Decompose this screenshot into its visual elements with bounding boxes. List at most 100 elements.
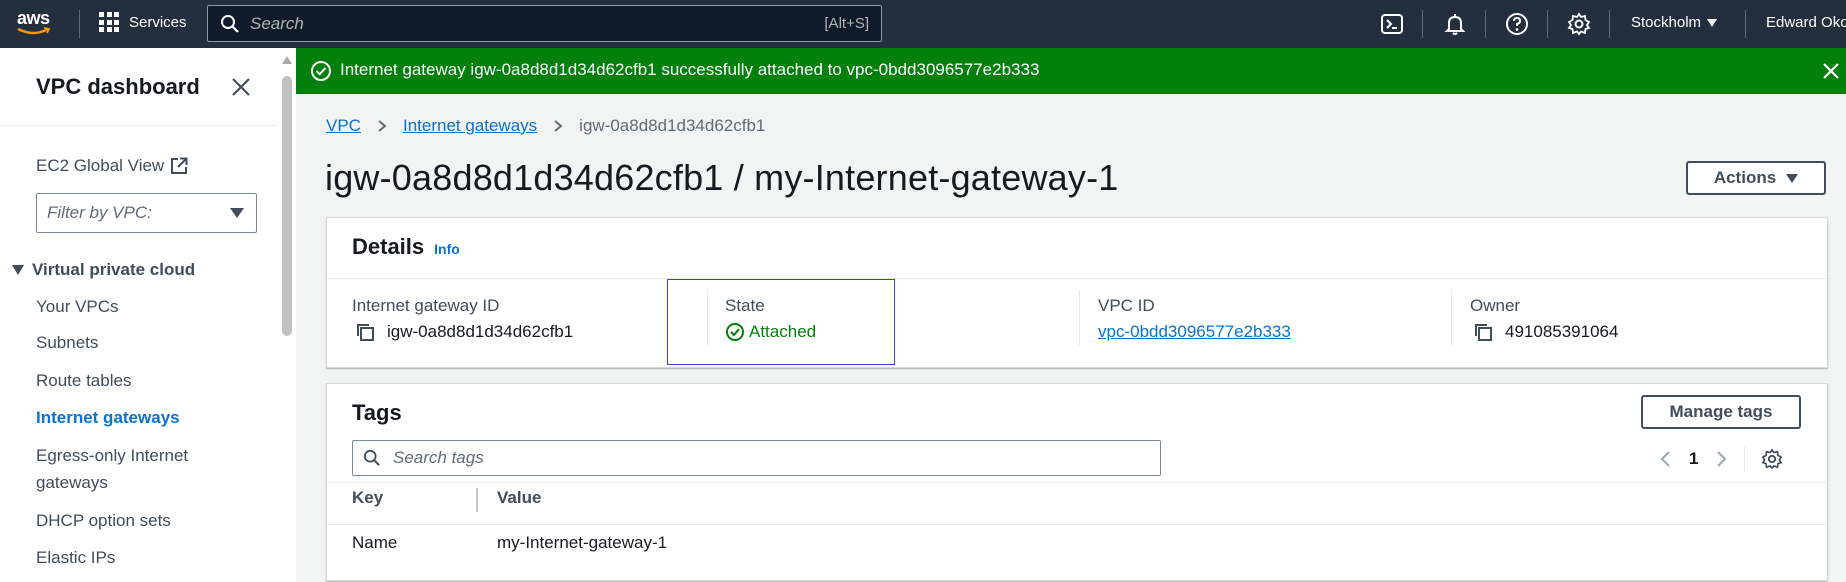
sidebar-divider bbox=[0, 125, 278, 126]
info-link[interactable]: Info bbox=[434, 241, 460, 257]
caret-down-icon bbox=[230, 208, 244, 218]
igw-id-label: Internet gateway ID bbox=[352, 296, 500, 315]
page-number[interactable]: 1 bbox=[1689, 449, 1698, 469]
success-check-icon bbox=[311, 61, 331, 81]
scroll-up-arrow-icon[interactable] bbox=[282, 56, 292, 64]
grid-icon bbox=[99, 12, 119, 32]
global-search-input[interactable]: Search [Alt+S] bbox=[207, 5, 882, 42]
owner-label: Owner bbox=[1470, 296, 1521, 315]
vpc-id-value-row: vpc-0bdd3096577e2b333 bbox=[1098, 322, 1291, 342]
tags-heading: Tags bbox=[352, 400, 402, 425]
scrollbar-thumb[interactable] bbox=[282, 76, 292, 336]
table-cell-value: my-Internet-gateway-1 bbox=[497, 533, 668, 552]
sidebar: VPC dashboard EC2 Global View Filter by … bbox=[0, 48, 278, 582]
column-divider bbox=[1079, 290, 1080, 346]
manage-tags-button[interactable]: Manage tags bbox=[1641, 395, 1801, 429]
tags-panel: Tags Manage tags Search tags 1 Key Value… bbox=[326, 383, 1828, 581]
topbar-divider bbox=[1745, 10, 1746, 38]
help-icon[interactable] bbox=[1505, 12, 1529, 36]
vpc-filter-placeholder: Filter by VPC: bbox=[47, 203, 152, 222]
sidebar-item-internet-gateways[interactable]: Internet gateways bbox=[36, 404, 236, 431]
success-flash-banner: Internet gateway igw-0a8d8d1d34d62cfb1 s… bbox=[296, 48, 1846, 94]
aws-logo[interactable]: aws bbox=[17, 8, 59, 40]
user-menu[interactable]: Edward Oko bbox=[1766, 14, 1846, 31]
vpc-filter-select[interactable]: Filter by VPC: bbox=[36, 193, 257, 233]
breadcrumb-vpc[interactable]: VPC bbox=[326, 116, 361, 136]
services-label: Services bbox=[129, 13, 187, 31]
region-label: Stockholm bbox=[1631, 14, 1702, 31]
breadcrumb: VPC Internet gateways igw-0a8d8d1d34d62c… bbox=[326, 116, 765, 136]
sidebar-scrollbar[interactable] bbox=[278, 48, 296, 582]
column-divider bbox=[1451, 290, 1452, 346]
manage-tags-label: Manage tags bbox=[1669, 402, 1773, 421]
actions-button[interactable]: Actions bbox=[1686, 161, 1826, 195]
topbar-divider bbox=[1422, 10, 1423, 38]
close-sidebar-icon[interactable] bbox=[228, 74, 254, 100]
topbar-divider bbox=[79, 10, 80, 38]
ec2-global-view-link[interactable]: EC2 Global View bbox=[36, 156, 188, 176]
table-divider bbox=[327, 482, 1827, 483]
caret-down-icon bbox=[1707, 18, 1718, 27]
table-divider bbox=[327, 524, 1827, 525]
details-divider bbox=[327, 278, 1827, 279]
region-selector[interactable]: Stockholm bbox=[1631, 14, 1718, 31]
caret-down-icon bbox=[1786, 173, 1799, 183]
settings-gear-icon[interactable] bbox=[1567, 12, 1591, 36]
dismiss-flash-icon[interactable] bbox=[1820, 60, 1842, 82]
column-header-key[interactable]: Key bbox=[352, 488, 383, 508]
owner-value: 491085391064 bbox=[1505, 322, 1619, 341]
column-header-value[interactable]: Value bbox=[497, 488, 541, 508]
breadcrumb-internet-gateways[interactable]: Internet gateways bbox=[403, 116, 537, 136]
sidebar-section-label: Virtual private cloud bbox=[32, 260, 196, 279]
vpc-id-label: VPC ID bbox=[1098, 296, 1155, 315]
services-menu[interactable]: Services bbox=[99, 12, 187, 32]
search-tags-placeholder: Search tags bbox=[393, 448, 484, 467]
copy-icon[interactable] bbox=[1473, 322, 1493, 342]
details-panel: Details Info Internet gateway ID igw-0a8d… bbox=[326, 217, 1828, 368]
column-resizer[interactable] bbox=[476, 488, 478, 512]
topbar-divider bbox=[1547, 10, 1548, 38]
search-placeholder: Search bbox=[250, 13, 304, 33]
bell-icon[interactable] bbox=[1443, 12, 1467, 36]
search-tags-input[interactable]: Search tags bbox=[352, 440, 1161, 476]
flash-message: Internet gateway igw-0a8d8d1d34d62cfb1 s… bbox=[340, 60, 1040, 79]
table-cell-key: Name bbox=[352, 533, 398, 552]
pagination-divider bbox=[1744, 446, 1746, 472]
breadcrumb-current: igw-0a8d8d1d34d62cfb1 bbox=[579, 116, 766, 135]
copy-icon[interactable] bbox=[355, 322, 375, 342]
sidebar-item-subnets[interactable]: Subnets bbox=[36, 329, 236, 356]
sidebar-title[interactable]: VPC dashboard bbox=[36, 74, 200, 100]
actions-label: Actions bbox=[1713, 168, 1777, 187]
topbar-divider bbox=[1609, 10, 1610, 38]
aws-smile-icon bbox=[17, 27, 51, 35]
sidebar-item-elastic-ips[interactable]: Elastic IPs bbox=[36, 544, 236, 571]
sidebar-item-dhcp-option-sets[interactable]: DHCP option sets bbox=[36, 507, 236, 534]
owner-value-row: 491085391064 bbox=[1473, 322, 1618, 342]
chevron-right-icon bbox=[554, 120, 563, 132]
vpc-id-link[interactable]: vpc-0bdd3096577e2b333 bbox=[1098, 322, 1291, 342]
expand-caret-icon bbox=[12, 265, 24, 275]
sidebar-section-vpc[interactable]: Virtual private cloud bbox=[12, 260, 195, 280]
ec2-global-view-label: EC2 Global View bbox=[36, 156, 165, 175]
state-focus-highlight bbox=[667, 279, 895, 365]
aws-logo-text: aws bbox=[17, 8, 50, 28]
search-shortcut: [Alt+S] bbox=[824, 15, 869, 32]
pagination: 1 bbox=[1659, 446, 1783, 472]
cloudshell-icon[interactable] bbox=[1380, 12, 1404, 36]
top-navigation: aws Services Search [Alt+S] Stockholm Ed… bbox=[0, 0, 1846, 48]
topbar-divider bbox=[1485, 10, 1486, 38]
chevron-left-icon[interactable] bbox=[1659, 450, 1673, 468]
sidebar-item-egress-only-internet-gateways[interactable]: Egress-only Internet gateways bbox=[36, 442, 216, 496]
search-icon bbox=[363, 449, 380, 466]
igw-id-value: igw-0a8d8d1d34d62cfb1 bbox=[387, 322, 574, 341]
details-title: Details bbox=[352, 234, 425, 259]
chevron-right-icon bbox=[378, 120, 387, 132]
page-title: igw-0a8d8d1d34d62cfb1 / my-Internet-gate… bbox=[325, 157, 1119, 198]
details-heading: Details Info bbox=[352, 234, 460, 260]
sidebar-item-your-vpcs[interactable]: Your VPCs bbox=[36, 293, 236, 320]
preferences-gear-icon[interactable] bbox=[1761, 448, 1783, 470]
sidebar-item-route-tables[interactable]: Route tables bbox=[36, 367, 236, 394]
external-link-icon bbox=[171, 157, 188, 174]
igw-id-value-row: igw-0a8d8d1d34d62cfb1 bbox=[355, 322, 573, 342]
chevron-right-icon[interactable] bbox=[1714, 450, 1728, 468]
